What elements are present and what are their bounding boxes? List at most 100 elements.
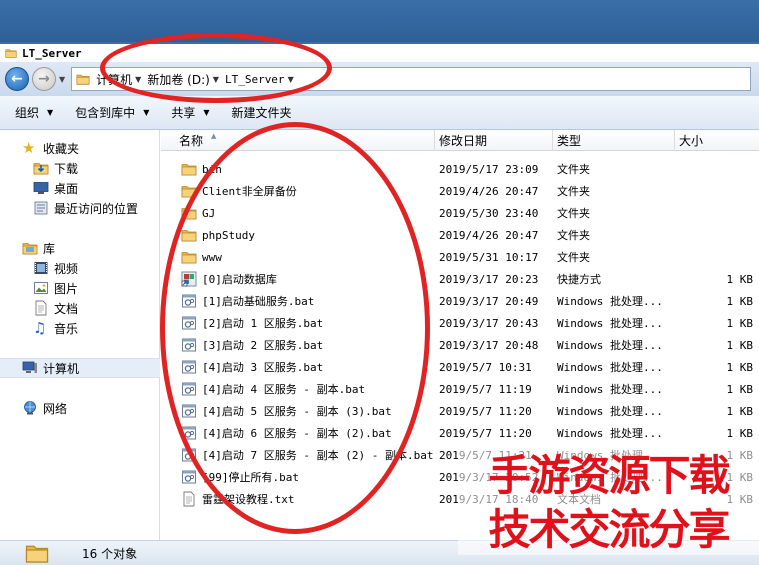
crumb-drive[interactable]: 新加卷 (D:) [147, 71, 209, 88]
folder-icon [181, 249, 197, 265]
column-header-label: 类型 [557, 134, 582, 148]
file-name: [4]启动 7 区服务 - 副本 (2) - 副本.bat [202, 449, 434, 462]
share-button[interactable]: 共享 ▼ [171, 104, 209, 121]
file-type: 文件夹 [557, 207, 590, 220]
libraries-group: 库 视频 图片 文档 ♫ 音乐 [0, 238, 160, 338]
computer-group: 计算机 [0, 358, 160, 378]
folder-icon [181, 161, 197, 177]
file-row[interactable]: Client非全屏备份 2019/4/26 20:47 文件夹 [161, 180, 759, 202]
sidebar-item-label: 最近访问的位置 [54, 201, 139, 216]
file-row[interactable]: [2]启动 1 区服务.bat 2019/3/17 20:43 Windows 批处… [161, 312, 759, 334]
folder-icon [4, 47, 18, 59]
file-row[interactable]: [0]启动数据库 2019/3/17 20:23 快捷方式 1 KB [161, 268, 759, 290]
file-row[interactable]: [4]启动 4 区服务 - 副本.bat 2019/5/7 11:19 Window… [161, 378, 759, 400]
sidebar-item-label: 收藏夹 [43, 141, 80, 156]
sidebar-item-libraries[interactable]: 库 [0, 238, 160, 258]
shortcut-icon [181, 271, 197, 287]
file-size: 1 KB [726, 360, 754, 374]
sidebar-item-label: 库 [43, 241, 56, 256]
file-name-cell: [99]停止所有.bat [161, 469, 435, 485]
new-folder-button[interactable]: 新建文件夹 [232, 104, 292, 121]
library-icon [22, 240, 38, 256]
column-header-type[interactable]: 类型 [553, 130, 675, 151]
folder-icon [181, 205, 197, 221]
downloads-folder-icon [33, 160, 49, 176]
sidebar-item-computer[interactable]: 计算机 [0, 358, 160, 378]
file-date: 2019/3/17 20:48 [439, 338, 539, 352]
network-icon [24, 401, 36, 415]
file-name-cell: [4]启动 3 区服务.bat [161, 359, 435, 375]
crumb-folder[interactable]: LT_Server [225, 73, 285, 86]
file-type: Windows 批处理... [557, 383, 663, 396]
organize-button[interactable]: 组织 ▼ [15, 104, 53, 121]
file-date: 2019/5/7 11:20 [439, 426, 532, 440]
file-type: Windows 批处理... [557, 361, 663, 374]
include-in-library-button[interactable]: 包含到库中 ▼ [75, 104, 149, 121]
column-header-name[interactable]: ▲ 名称 [161, 130, 435, 151]
file-type: Windows 批处理... [557, 295, 663, 308]
batch-file-icon [181, 425, 197, 441]
window-titlebar[interactable]: LT_Server [0, 42, 759, 62]
file-type: 快捷方式 [557, 273, 601, 286]
back-button[interactable]: ← [5, 67, 29, 91]
file-row[interactable]: [4]启动 5 区服务 - 副本 (3).bat 2019/5/7 11:20 Wi… [161, 400, 759, 422]
file-type: 文件夹 [557, 251, 590, 264]
crumb-computer[interactable]: 计算机 [96, 71, 132, 88]
file-name-cell: www [161, 249, 435, 265]
file-name-cell: phpStudy [161, 227, 435, 243]
file-row[interactable]: phpStudy 2019/4/26 20:47 文件夹 [161, 224, 759, 246]
watermark-overlay: 手游资源下载 技术交流分享 [458, 440, 759, 555]
sidebar-item-desktop[interactable]: 桌面 [0, 178, 160, 198]
chevron-down-icon[interactable]: ▼ [288, 75, 294, 84]
sidebar-item-music[interactable]: ♫ 音乐 [0, 318, 160, 338]
sidebar-item-recent-places[interactable]: 最近访问的位置 [0, 198, 160, 218]
batch-file-icon [181, 359, 197, 375]
chevron-down-icon[interactable]: ▼ [213, 75, 219, 84]
address-path-box[interactable]: 计算机 ▼ 新加卷 (D:) ▼ LT_Server ▼ [71, 67, 752, 91]
sidebar-item-label: 桌面 [54, 181, 79, 196]
file-name-cell: [2]启动 1 区服务.bat [161, 315, 435, 331]
file-name: [4]启动 5 区服务 - 副本 (3).bat [202, 405, 392, 418]
file-type: Windows 批处理... [557, 339, 663, 352]
sidebar-item-network[interactable]: 网络 [0, 398, 160, 418]
file-name-cell: [0]启动数据库 [161, 271, 435, 287]
sidebar-item-favorites[interactable]: ★ 收藏夹 [0, 138, 160, 158]
file-row[interactable]: www 2019/5/31 10:17 文件夹 [161, 246, 759, 268]
sort-ascending-icon: ▲ [211, 132, 217, 140]
sidebar-item-documents[interactable]: 文档 [0, 298, 160, 318]
file-name-cell: [4]启动 4 区服务 - 副本.bat [161, 381, 435, 397]
sidebar-item-videos[interactable]: 视频 [0, 258, 160, 278]
file-date: 2019/5/30 23:40 [439, 206, 539, 220]
file-type: 文件夹 [557, 185, 590, 198]
forward-button[interactable]: → [32, 67, 56, 91]
file-name: www [202, 250, 222, 264]
file-name-cell: [4]启动 6 区服务 - 副本 (2).bat [161, 425, 435, 441]
folder-icon [76, 72, 90, 86]
sidebar-item-label: 音乐 [54, 321, 79, 336]
command-toolbar: 组织 ▼ 包含到库中 ▼ 共享 ▼ 新建文件夹 [0, 96, 759, 130]
file-row[interactable]: [3]启动 2 区服务.bat 2019/3/17 20:48 Windows 批处… [161, 334, 759, 356]
file-name-cell: [4]启动 5 区服务 - 副本 (3).bat [161, 403, 435, 419]
batch-file-icon [181, 469, 197, 485]
file-date: 2019/5/7 11:19 [439, 382, 532, 396]
file-name: [1]启动基础服务.bat [202, 295, 315, 308]
sidebar-item-downloads[interactable]: 下载 [0, 158, 160, 178]
file-row[interactable]: GJ 2019/5/30 23:40 文件夹 [161, 202, 759, 224]
file-name: [0]启动数据库 [202, 273, 277, 286]
sidebar-item-label: 图片 [54, 281, 79, 296]
file-size: 1 KB [726, 338, 754, 352]
file-date: 2019/5/17 23:09 [439, 162, 539, 176]
file-row[interactable]: bin 2019/5/17 23:09 文件夹 [161, 158, 759, 180]
file-row[interactable]: [1]启动基础服务.bat 2019/3/17 20:49 Windows 批处理.… [161, 290, 759, 312]
recent-pages-dropdown[interactable]: ▼ [59, 75, 65, 84]
file-name: [3]启动 2 区服务.bat [202, 339, 324, 352]
column-header-date[interactable]: 修改日期 [435, 130, 553, 151]
sidebar-item-label: 视频 [54, 261, 79, 276]
file-name-cell: bin [161, 161, 435, 177]
column-header-size[interactable]: 大小 [675, 130, 759, 151]
file-name: [4]启动 3 区服务.bat [202, 361, 324, 374]
computer-icon [22, 361, 37, 373]
chevron-down-icon[interactable]: ▼ [135, 75, 141, 84]
sidebar-item-pictures[interactable]: 图片 [0, 278, 160, 298]
file-row[interactable]: [4]启动 3 区服务.bat 2019/5/7 10:31 Windows 批处理… [161, 356, 759, 378]
